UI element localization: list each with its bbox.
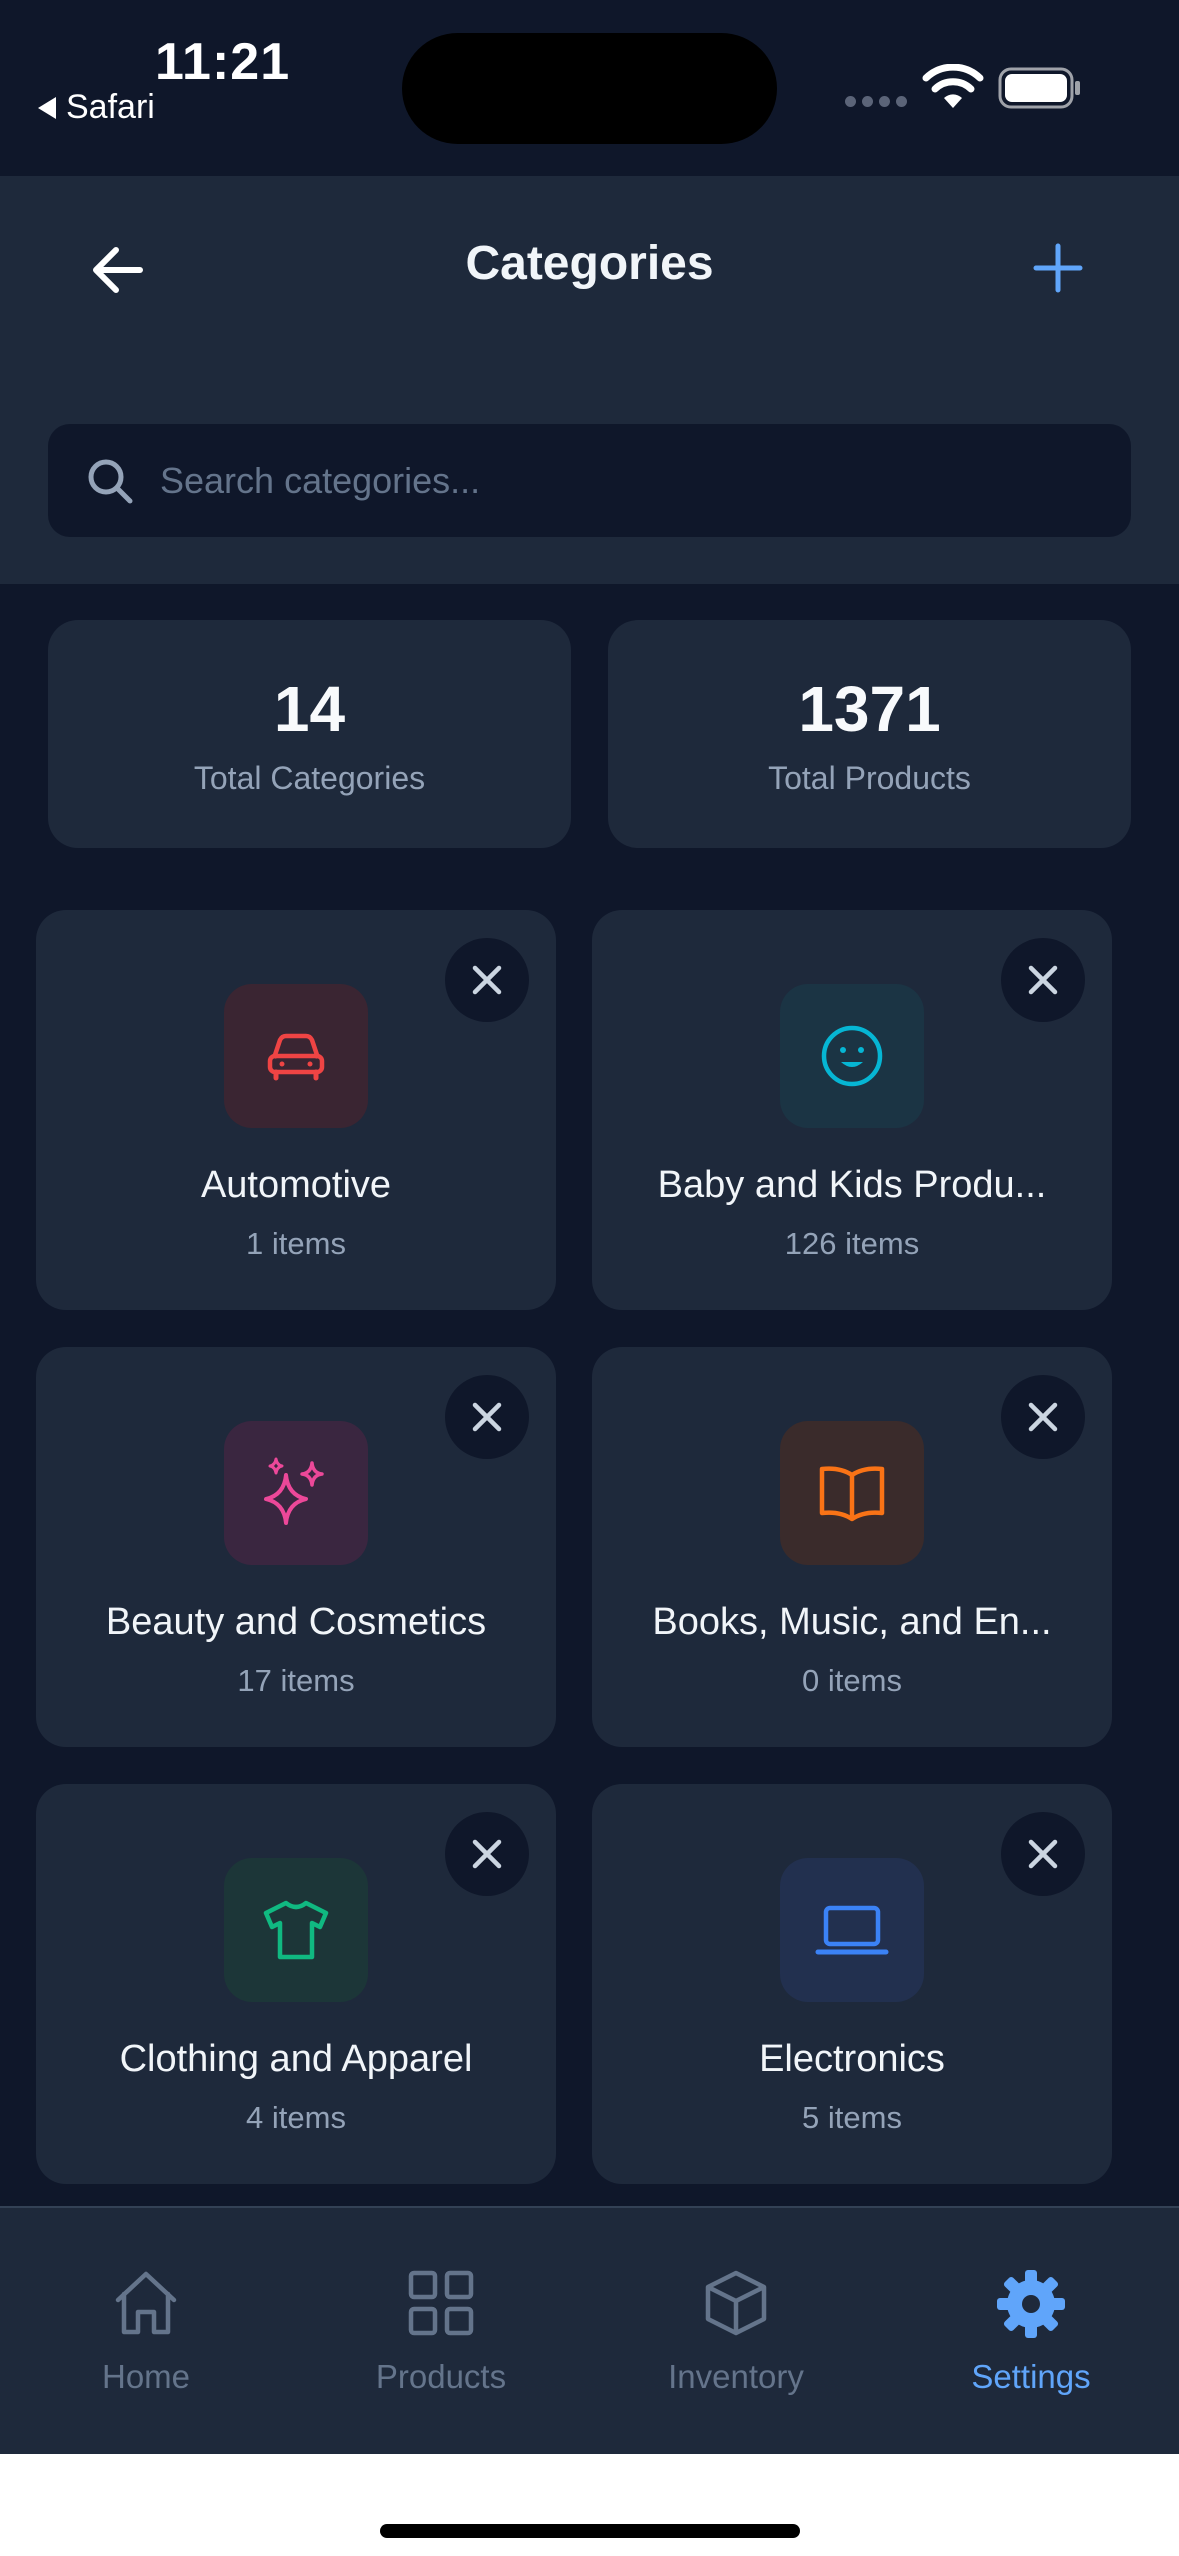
category-count: 1 items xyxy=(246,1226,346,1261)
wifi-icon xyxy=(922,64,984,108)
close-icon xyxy=(1028,1839,1058,1869)
tab-label: Settings xyxy=(971,2358,1091,2395)
back-app-label: Safari xyxy=(66,88,155,126)
dynamic-island xyxy=(402,33,777,144)
status-time: 11:21 xyxy=(155,33,291,91)
tab-inventory[interactable]: Inventory xyxy=(611,2268,861,2396)
delete-category-button[interactable] xyxy=(445,1812,529,1896)
delete-category-button[interactable] xyxy=(445,938,529,1022)
add-category-button[interactable] xyxy=(1026,236,1090,300)
category-card-beauty[interactable]: Beauty and Cosmetics 17 items xyxy=(36,1347,556,1747)
category-name: Automotive xyxy=(200,1164,392,1206)
category-name: Electronics xyxy=(759,2038,945,2080)
delete-category-button[interactable] xyxy=(1001,1812,1085,1896)
box-icon xyxy=(705,2270,767,2336)
search-icon xyxy=(88,459,133,503)
delete-category-button[interactable] xyxy=(1001,938,1085,1022)
back-to-safari[interactable]: Safari xyxy=(38,88,155,127)
category-card-electronics[interactable]: Electronics 5 items xyxy=(592,1784,1112,2184)
cellular-signal-icon xyxy=(845,96,907,107)
stat-label: Total Categories xyxy=(193,760,426,796)
book-open-icon xyxy=(819,1466,885,1522)
category-icon-box xyxy=(780,1858,924,2002)
grid-icon xyxy=(408,2270,474,2336)
close-icon xyxy=(1028,1402,1058,1432)
plus-icon xyxy=(1033,243,1083,293)
category-count: 0 items xyxy=(802,1663,902,1698)
stat-total-products: 1371 Total Products xyxy=(608,620,1131,848)
close-icon xyxy=(472,1402,502,1432)
shirt-icon xyxy=(263,1900,329,1960)
tab-label: Home xyxy=(101,2358,191,2395)
laptop-icon xyxy=(815,1905,889,1955)
page-title: Categories xyxy=(465,237,714,290)
close-icon xyxy=(472,1839,502,1869)
sparkles-icon xyxy=(264,1457,324,1525)
categories-screen: 11:21 Safari Categories Search categorie… xyxy=(0,0,1179,2556)
header: Categories xyxy=(0,176,1179,584)
category-icon-box xyxy=(780,984,924,1128)
home-indicator-area xyxy=(0,2454,1179,2556)
stat-value: 1371 xyxy=(798,673,941,745)
stat-label: Total Products xyxy=(768,760,971,796)
category-name: Clothing and Apparel xyxy=(119,2038,473,2080)
status-bar: 11:21 Safari xyxy=(0,0,1179,176)
search-input[interactable] xyxy=(158,458,1058,503)
category-icon-box xyxy=(224,1858,368,2002)
close-icon xyxy=(1028,965,1058,995)
stat-total-categories: 14 Total Categories xyxy=(48,620,571,848)
category-card-automotive[interactable]: Automotive 1 items xyxy=(36,910,556,1310)
search-bar[interactable] xyxy=(48,424,1131,537)
category-count: 4 items xyxy=(246,2100,346,2135)
gear-icon xyxy=(997,2270,1065,2338)
stat-value: 14 xyxy=(273,673,346,745)
category-icon-box xyxy=(224,984,368,1128)
category-icon-box xyxy=(780,1421,924,1565)
category-card-baby-kids[interactable]: Baby and Kids Produ... 126 items xyxy=(592,910,1112,1310)
tab-bar: Home Products Inventory Settings xyxy=(0,2206,1179,2454)
category-name: Beauty and Cosmetics xyxy=(105,1601,487,1643)
smile-icon xyxy=(821,1025,883,1087)
category-icon-box xyxy=(224,1421,368,1565)
category-name: Books, Music, and En... xyxy=(652,1601,1052,1643)
category-count: 5 items xyxy=(802,2100,902,2135)
home-icon xyxy=(115,2271,177,2335)
back-triangle-icon xyxy=(38,96,56,119)
tab-products[interactable]: Products xyxy=(316,2268,566,2396)
category-card-books-music[interactable]: Books, Music, and En... 0 items xyxy=(592,1347,1112,1747)
home-indicator[interactable] xyxy=(380,2524,800,2538)
delete-category-button[interactable] xyxy=(1001,1375,1085,1459)
category-card-clothing[interactable]: Clothing and Apparel 4 items xyxy=(36,1784,556,2184)
tab-label: Products xyxy=(375,2358,507,2395)
category-count: 126 items xyxy=(784,1226,920,1261)
tab-settings[interactable]: Settings xyxy=(906,2268,1156,2396)
car-icon xyxy=(267,1033,325,1081)
tab-home[interactable]: Home xyxy=(21,2268,271,2396)
category-count: 17 items xyxy=(237,1663,355,1698)
close-icon xyxy=(472,965,502,995)
category-name: Baby and Kids Produ... xyxy=(657,1164,1047,1206)
delete-category-button[interactable] xyxy=(445,1375,529,1459)
tab-label: Inventory xyxy=(668,2358,804,2395)
battery-icon xyxy=(998,67,1080,109)
